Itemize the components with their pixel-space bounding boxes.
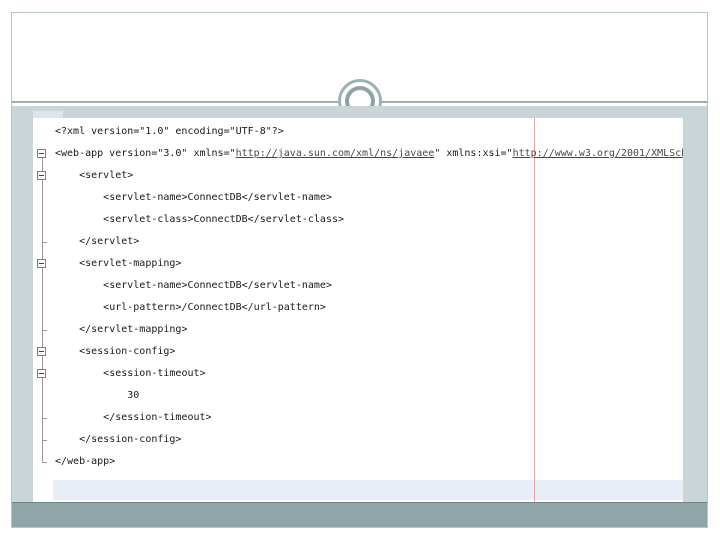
footer-band — [12, 503, 707, 527]
code-line[interactable]: </session-config> — [55, 429, 181, 451]
code-line[interactable]: 30 — [55, 385, 139, 407]
code-line[interactable]: <?xml version="1.0" encoding="UTF-8"?> — [55, 121, 284, 143]
code-text: </servlet> — [79, 236, 140, 247]
fold-end-marker — [42, 440, 47, 441]
fold-toggle-icon[interactable] — [37, 149, 46, 158]
code-line[interactable]: </web-app> — [55, 451, 115, 473]
code-text: <servlet-mapping> — [79, 258, 182, 269]
title-divider-right — [382, 101, 708, 103]
code-text: 30 — [127, 390, 140, 401]
fold-end-marker — [42, 462, 47, 463]
code-text: </web-app> — [55, 456, 116, 467]
editor-tab[interactable] — [33, 111, 63, 118]
code-url-link[interactable]: http://www.w3.org/2001/XMLSch — [513, 148, 683, 159]
code-line[interactable]: </servlet-mapping> — [55, 319, 187, 341]
code-line[interactable]: <servlet-name>ConnectDB</servlet-name> — [55, 275, 332, 297]
code-text: <url-pattern>/ConnectDB</url-pattern> — [103, 302, 326, 313]
current-line-highlight — [53, 480, 683, 500]
code-text: </session-timeout> — [103, 412, 212, 423]
code-line[interactable]: <url-pattern>/ConnectDB</url-pattern> — [55, 297, 326, 319]
code-text: <servlet> — [79, 170, 134, 181]
fold-guide-line — [42, 154, 43, 462]
right-margin-line — [534, 118, 535, 502]
fold-toggle-icon[interactable] — [37, 347, 46, 356]
title-divider-left — [12, 101, 338, 103]
code-text: <session-config> — [79, 346, 176, 357]
fold-toggle-icon[interactable] — [37, 259, 46, 268]
code-text: <servlet-name>ConnectDB</servlet-name> — [103, 192, 332, 203]
code-line[interactable]: <session-timeout> — [55, 363, 206, 385]
code-text: <servlet-name>ConnectDB</servlet-name> — [103, 280, 332, 291]
fold-gutter — [33, 118, 53, 502]
code-text: </session-config> — [79, 434, 182, 445]
code-line[interactable]: <servlet> — [55, 165, 133, 187]
fold-end-marker — [42, 330, 47, 331]
code-line[interactable]: <servlet-class>ConnectDB</servlet-class> — [55, 209, 344, 231]
fold-end-marker — [42, 418, 47, 419]
code-line[interactable]: <servlet-name>ConnectDB</servlet-name> — [55, 187, 332, 209]
code-text: </servlet-mapping> — [79, 324, 188, 335]
fold-toggle-icon[interactable] — [37, 171, 46, 180]
code-line[interactable]: </servlet> — [55, 231, 139, 253]
code-editor[interactable]: <?xml version="1.0" encoding="UTF-8"?> <w… — [33, 118, 683, 502]
code-line[interactable]: <session-config> — [55, 341, 175, 363]
code-line[interactable]: <web-app version="3.0" xmlns="http://jav… — [55, 143, 683, 165]
code-url-link[interactable]: http://java.sun.com/xml/ns/javaee — [236, 148, 435, 159]
code-line[interactable]: </session-timeout> — [55, 407, 212, 429]
code-text: " xmlns:xsi=" — [434, 148, 513, 159]
code-text: <servlet-class>ConnectDB</servlet-class> — [103, 214, 344, 225]
code-text: <web-app version="3.0" xmlns=" — [55, 148, 236, 159]
code-line[interactable]: <servlet-mapping> — [55, 253, 181, 275]
fold-toggle-icon[interactable] — [37, 369, 46, 378]
code-text: <session-timeout> — [103, 368, 206, 379]
fold-end-marker — [42, 242, 47, 243]
code-text: <?xml version="1.0" encoding="UTF-8"?> — [55, 126, 284, 137]
